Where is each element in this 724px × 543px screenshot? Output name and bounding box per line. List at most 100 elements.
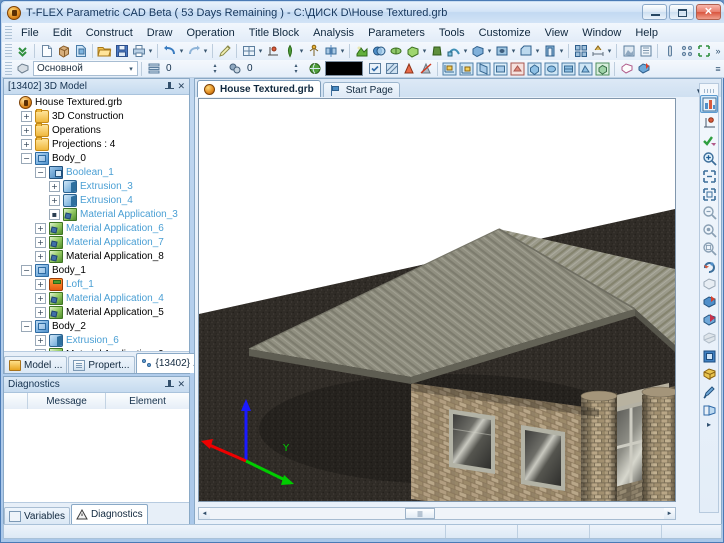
tree-expander[interactable]: + — [35, 292, 46, 304]
box-solid-button[interactable] — [618, 61, 635, 77]
close-icon[interactable]: ✕ — [177, 379, 185, 390]
sweep-dropdown-arrow[interactable]: ▾ — [462, 43, 469, 59]
tree-expander[interactable]: + — [21, 124, 32, 136]
chamfer-dropdown-arrow[interactable]: ▾ — [534, 43, 541, 59]
construct-symmetry-button[interactable] — [322, 43, 339, 59]
model-tree[interactable]: House Textured.grb +3D Construction + Opera… — [4, 95, 189, 351]
3d-viewport[interactable]: Y — [198, 98, 676, 502]
grid-dropdown-arrow[interactable]: ▾ — [257, 43, 264, 59]
layer-chevron-down-icon[interactable]: ▾ — [125, 65, 137, 73]
tree-expander[interactable]: + — [21, 138, 32, 150]
undo-button[interactable] — [161, 43, 178, 59]
animation-tool-button[interactable] — [678, 43, 695, 59]
save-document-button[interactable] — [113, 43, 130, 59]
material-editor-icon[interactable] — [700, 347, 718, 365]
tflex-app-icon[interactable] — [7, 5, 21, 20]
menu-operation[interactable]: Operation — [179, 25, 241, 41]
diagnostics-col-blank[interactable] — [4, 393, 28, 409]
tree-expander[interactable]: + — [35, 306, 46, 318]
menu-analysis[interactable]: Analysis — [306, 25, 361, 41]
chamfer-operation-button[interactable] — [517, 43, 534, 59]
tree-expander[interactable]: + — [49, 180, 60, 192]
rotation-operation-button[interactable] — [387, 43, 404, 59]
menu-parameters[interactable]: Parameters — [361, 25, 432, 41]
view-3d-4-button[interactable] — [577, 61, 594, 77]
tab-model[interactable]: Model ... — [4, 356, 68, 373]
tree-node[interactable]: − Body_1 — [4, 263, 189, 277]
layer-combo[interactable]: Основной ▾ — [33, 61, 138, 76]
tree-expander[interactable]: − — [35, 166, 46, 178]
view-left-button[interactable] — [475, 61, 492, 77]
tree-expander[interactable]: + — [35, 334, 46, 346]
tree-expander[interactable]: + — [35, 278, 46, 290]
tree-node[interactable]: ▪ Material Application_3 — [4, 207, 189, 221]
view-3d-1-button[interactable] — [526, 61, 543, 77]
chevron-right-icon[interactable]: ▸ — [700, 419, 718, 429]
material-globe-icon[interactable] — [306, 61, 323, 77]
properties-toolbar-drag-handle[interactable] — [5, 61, 12, 76]
perspective-icon[interactable] — [700, 401, 718, 419]
measure-dropdown-arrow[interactable]: ▾ — [606, 43, 613, 59]
toolbar-drag-handle[interactable] — [5, 44, 12, 58]
undo-dropdown-arrow[interactable]: ▾ — [178, 43, 185, 59]
loft-operation-button[interactable] — [428, 43, 445, 59]
construct-axis-button[interactable] — [305, 43, 322, 59]
tree-expander[interactable]: + — [21, 110, 32, 122]
level-spinner[interactable]: ▴ ▾ — [210, 62, 220, 76]
status-icon[interactable] — [400, 61, 417, 77]
view-3d-red-button[interactable] — [509, 61, 526, 77]
render-quality-icon[interactable] — [700, 311, 718, 329]
construct-grid-button[interactable] — [240, 43, 257, 59]
open-document-button[interactable] — [96, 43, 113, 59]
select-all-icon[interactable] — [366, 61, 383, 77]
zoom-region-icon[interactable] — [700, 239, 718, 257]
redo-dropdown-arrow[interactable]: ▾ — [202, 43, 209, 59]
tab-properties[interactable]: Propert... — [68, 356, 135, 373]
horizontal-scroll-thumb[interactable] — [405, 508, 435, 519]
menu-construct[interactable]: Construct — [79, 25, 140, 41]
tree-expander[interactable]: − — [21, 152, 32, 164]
view-front-button[interactable] — [441, 61, 458, 77]
scroll-right-button[interactable]: ► — [664, 508, 675, 519]
menu-draw[interactable]: Draw — [140, 25, 180, 41]
array-operation-button[interactable] — [572, 43, 589, 59]
light-source-button[interactable] — [661, 43, 678, 59]
view-window-button[interactable] — [492, 61, 509, 77]
new-3d-document-button[interactable] — [55, 43, 72, 59]
minimize-button[interactable] — [642, 4, 667, 20]
new-fragment-button[interactable] — [72, 43, 89, 59]
hatch-icon[interactable] — [383, 61, 400, 77]
construct-line-button[interactable] — [281, 43, 298, 59]
smoothing-operation-button[interactable] — [469, 43, 486, 59]
tree-expander[interactable]: + — [35, 250, 46, 262]
extrusion-dropdown-arrow[interactable]: ▾ — [421, 43, 428, 59]
shade-mode-icon[interactable] — [700, 275, 718, 293]
smoothing-dropdown-arrow[interactable]: ▾ — [486, 43, 493, 59]
line-dropdown-arrow[interactable]: ▾ — [298, 43, 305, 59]
zoom-fit-icon[interactable] — [700, 185, 718, 203]
tree-node[interactable]: + Material Application_5 — [4, 305, 189, 319]
tab-diagnostics[interactable]: Diagnostics — [70, 504, 148, 524]
tree-node[interactable]: + Material Application_4 — [4, 291, 189, 305]
extrusion-operation-button[interactable] — [404, 43, 421, 59]
status-off-icon[interactable] — [417, 61, 434, 77]
boolean-operation-button[interactable] — [370, 43, 387, 59]
tree-node[interactable]: + Projections : 4 — [4, 136, 189, 151]
construct-node-button[interactable] — [264, 43, 281, 59]
scroll-left-button[interactable]: ◄ — [199, 508, 210, 519]
menu-customize[interactable]: Customize — [472, 25, 538, 41]
apply-icon[interactable] — [700, 131, 718, 149]
view-3d-2-button[interactable] — [543, 61, 560, 77]
pin-icon[interactable] — [165, 81, 175, 92]
zoom-dynamic-icon[interactable] — [700, 221, 718, 239]
tree-node[interactable]: + Material Application_8 — [4, 249, 189, 263]
tree-expander[interactable]: + — [35, 236, 46, 248]
tree-expander[interactable]: − — [21, 264, 32, 276]
tree-node[interactable]: + Loft_1 — [4, 277, 189, 291]
menu-help[interactable]: Help — [628, 25, 665, 41]
box-view-icon[interactable] — [700, 365, 718, 383]
print-button[interactable] — [130, 43, 147, 59]
fit-to-window-button[interactable] — [695, 43, 712, 59]
material-apply-button[interactable] — [353, 43, 370, 59]
tree-node[interactable]: + Extrusion_6 — [4, 333, 189, 347]
